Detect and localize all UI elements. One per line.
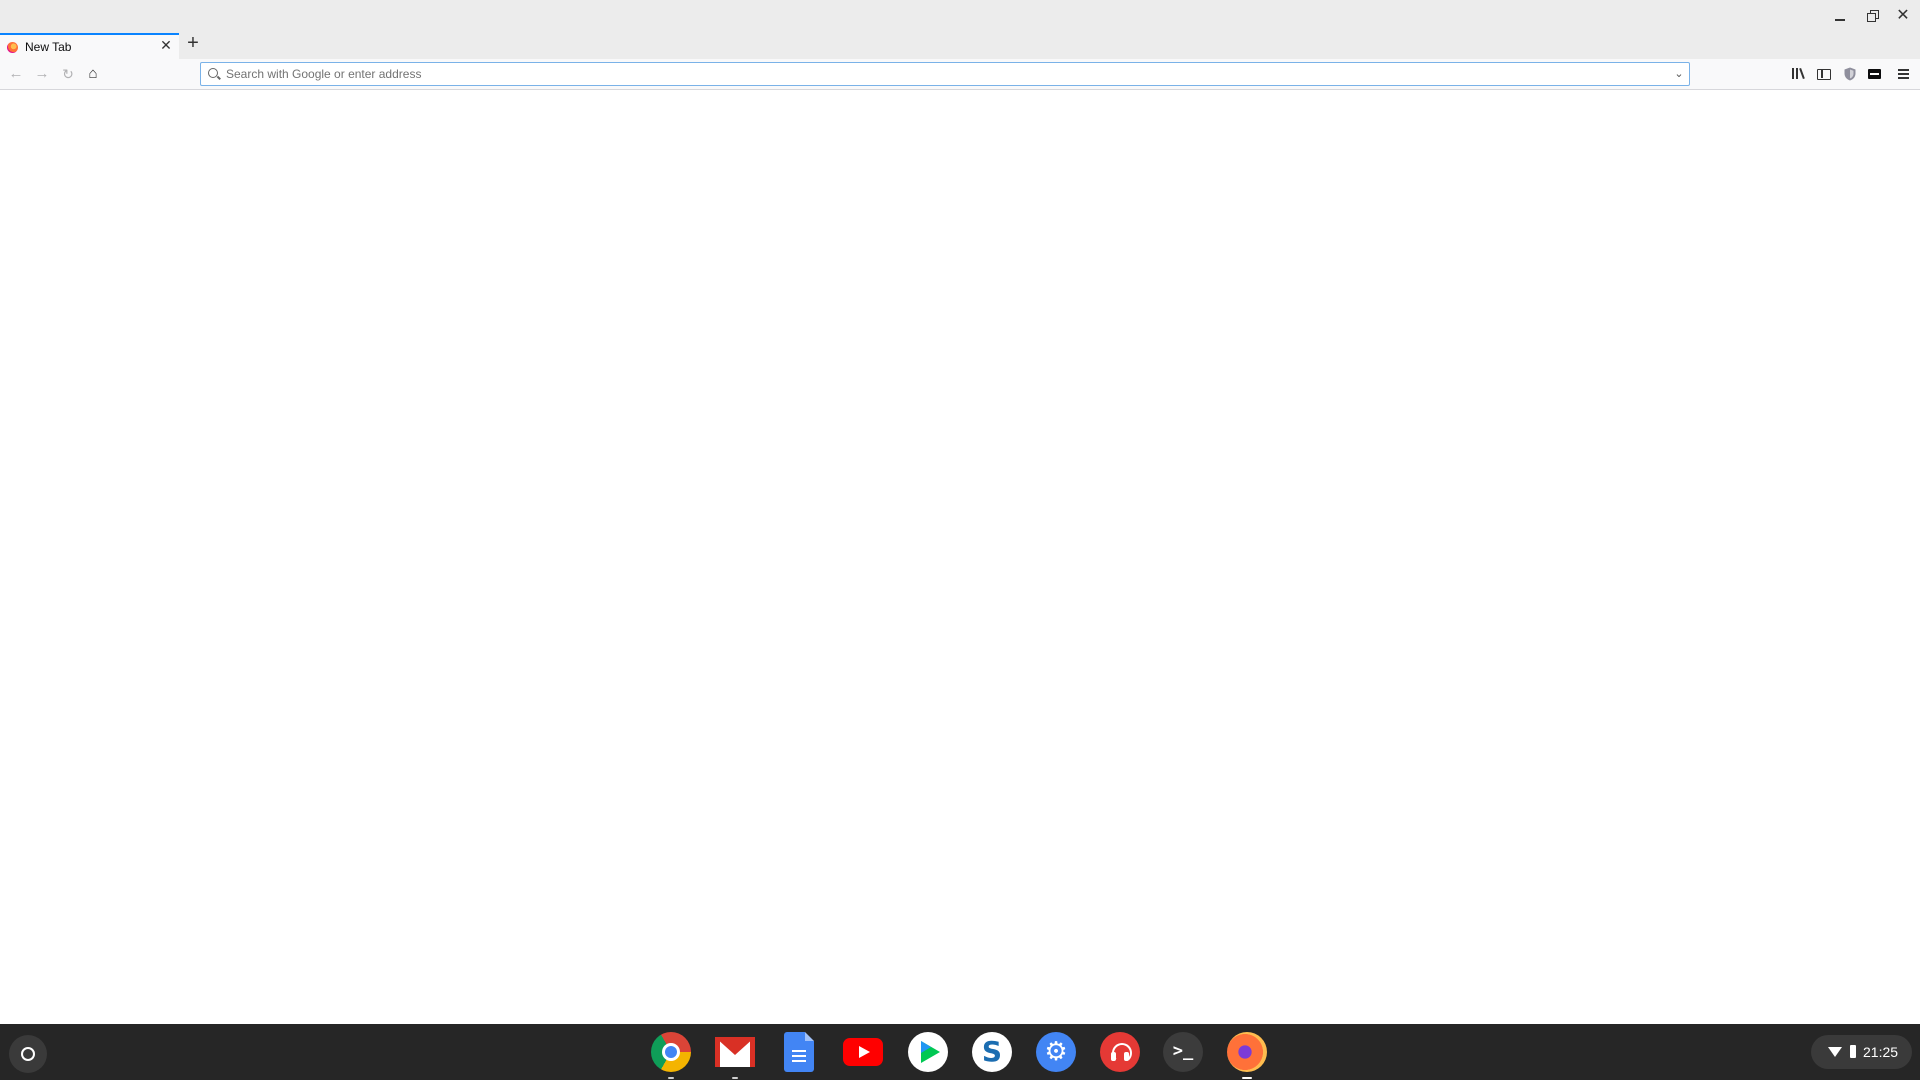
shield-icon[interactable] (1842, 66, 1858, 82)
chrome-icon[interactable] (651, 1032, 691, 1079)
wifi-icon (1828, 1047, 1842, 1057)
launcher-circle-icon[interactable] (9, 1035, 47, 1073)
desktop-screen: New Tab ✕ + ✕ ← → ↻ ⌂ ⌄ (0, 0, 1920, 1080)
running-indicator (1242, 1077, 1252, 1079)
settings-icon[interactable] (1036, 1032, 1076, 1072)
battery-icon (1850, 1045, 1856, 1058)
back-arrow-icon[interactable]: ← (6, 64, 26, 84)
close-icon[interactable]: ✕ (159, 38, 173, 52)
terminal-icon[interactable] (1163, 1032, 1203, 1072)
sidebar-icon[interactable] (1816, 66, 1832, 82)
running-indicator (668, 1077, 674, 1079)
firefox-icon[interactable] (1227, 1032, 1267, 1079)
youtube-icon[interactable] (843, 1038, 883, 1066)
reload-icon[interactable]: ↻ (58, 64, 78, 84)
simplenote-icon[interactable] (972, 1032, 1012, 1072)
tab-title: New Tab (25, 40, 72, 54)
forward-arrow-icon[interactable]: → (32, 64, 52, 84)
taskbar-shelf: 21:25 (0, 1024, 1920, 1080)
window-close-icon[interactable]: ✕ (1895, 8, 1911, 24)
home-icon[interactable]: ⌂ (83, 64, 103, 84)
system-status-area[interactable]: 21:25 (1811, 1035, 1912, 1069)
chevron-down-icon[interactable]: ⌄ (1673, 67, 1685, 81)
restore-icon[interactable] (1864, 8, 1880, 24)
hamburger-menu-icon[interactable] (1896, 66, 1912, 82)
tab-new-tab[interactable]: New Tab ✕ (0, 33, 179, 59)
play-store-icon[interactable] (908, 1032, 948, 1072)
new-tab-button[interactable]: + (184, 33, 202, 54)
search-icon (208, 68, 218, 78)
navigation-toolbar: ← → ↻ ⌂ ⌄ (0, 59, 1920, 90)
google-docs-icon[interactable] (784, 1032, 814, 1072)
music-headphones-icon[interactable] (1100, 1032, 1140, 1072)
screenshot-icon[interactable] (1867, 66, 1883, 82)
page-content[interactable] (0, 90, 1920, 1024)
browser-tab-strip: New Tab ✕ + ✕ (0, 0, 1920, 59)
url-bar[interactable]: ⌄ (200, 62, 1690, 86)
minimize-icon[interactable] (1832, 8, 1848, 24)
running-indicator (732, 1077, 738, 1079)
firefox-icon (7, 42, 18, 53)
library-icon[interactable] (1790, 66, 1806, 82)
gmail-icon[interactable] (715, 1037, 755, 1079)
clock-time: 21:25 (1863, 1044, 1899, 1060)
address-input[interactable] (226, 64, 1646, 84)
